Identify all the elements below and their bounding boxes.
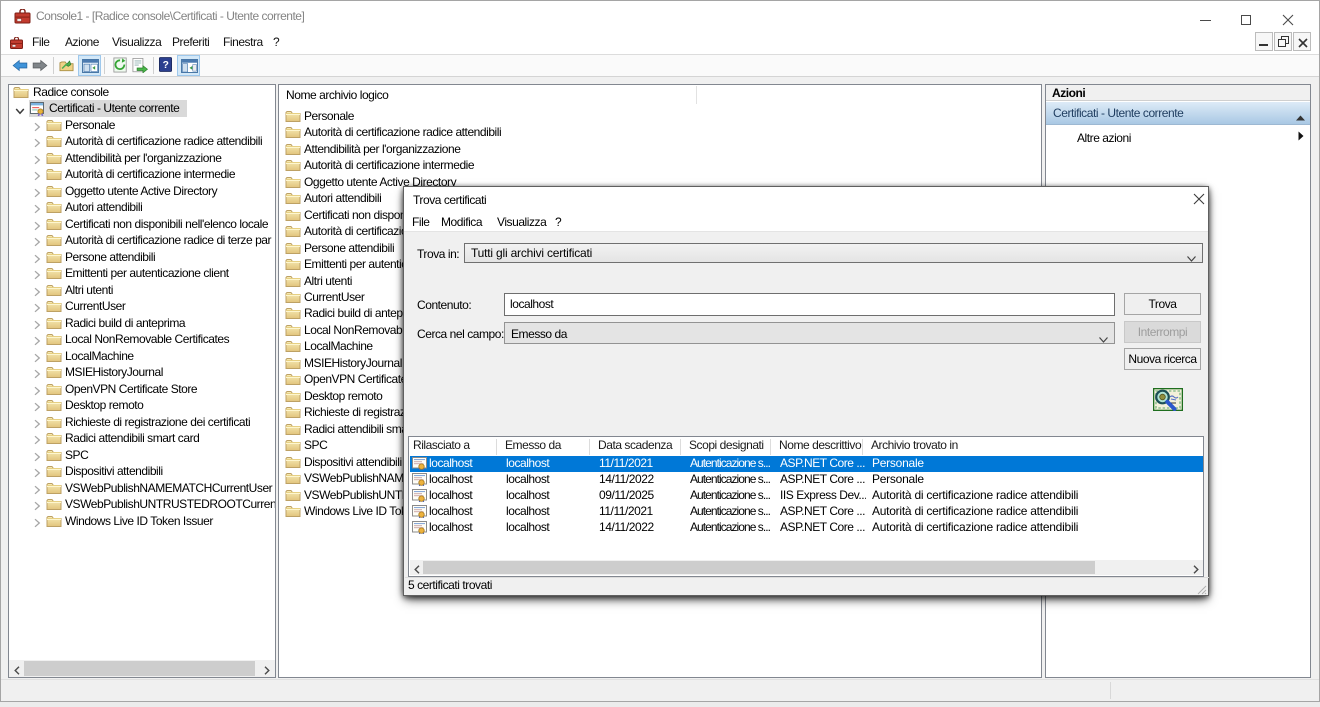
svg-text:?: ? <box>163 60 169 71</box>
